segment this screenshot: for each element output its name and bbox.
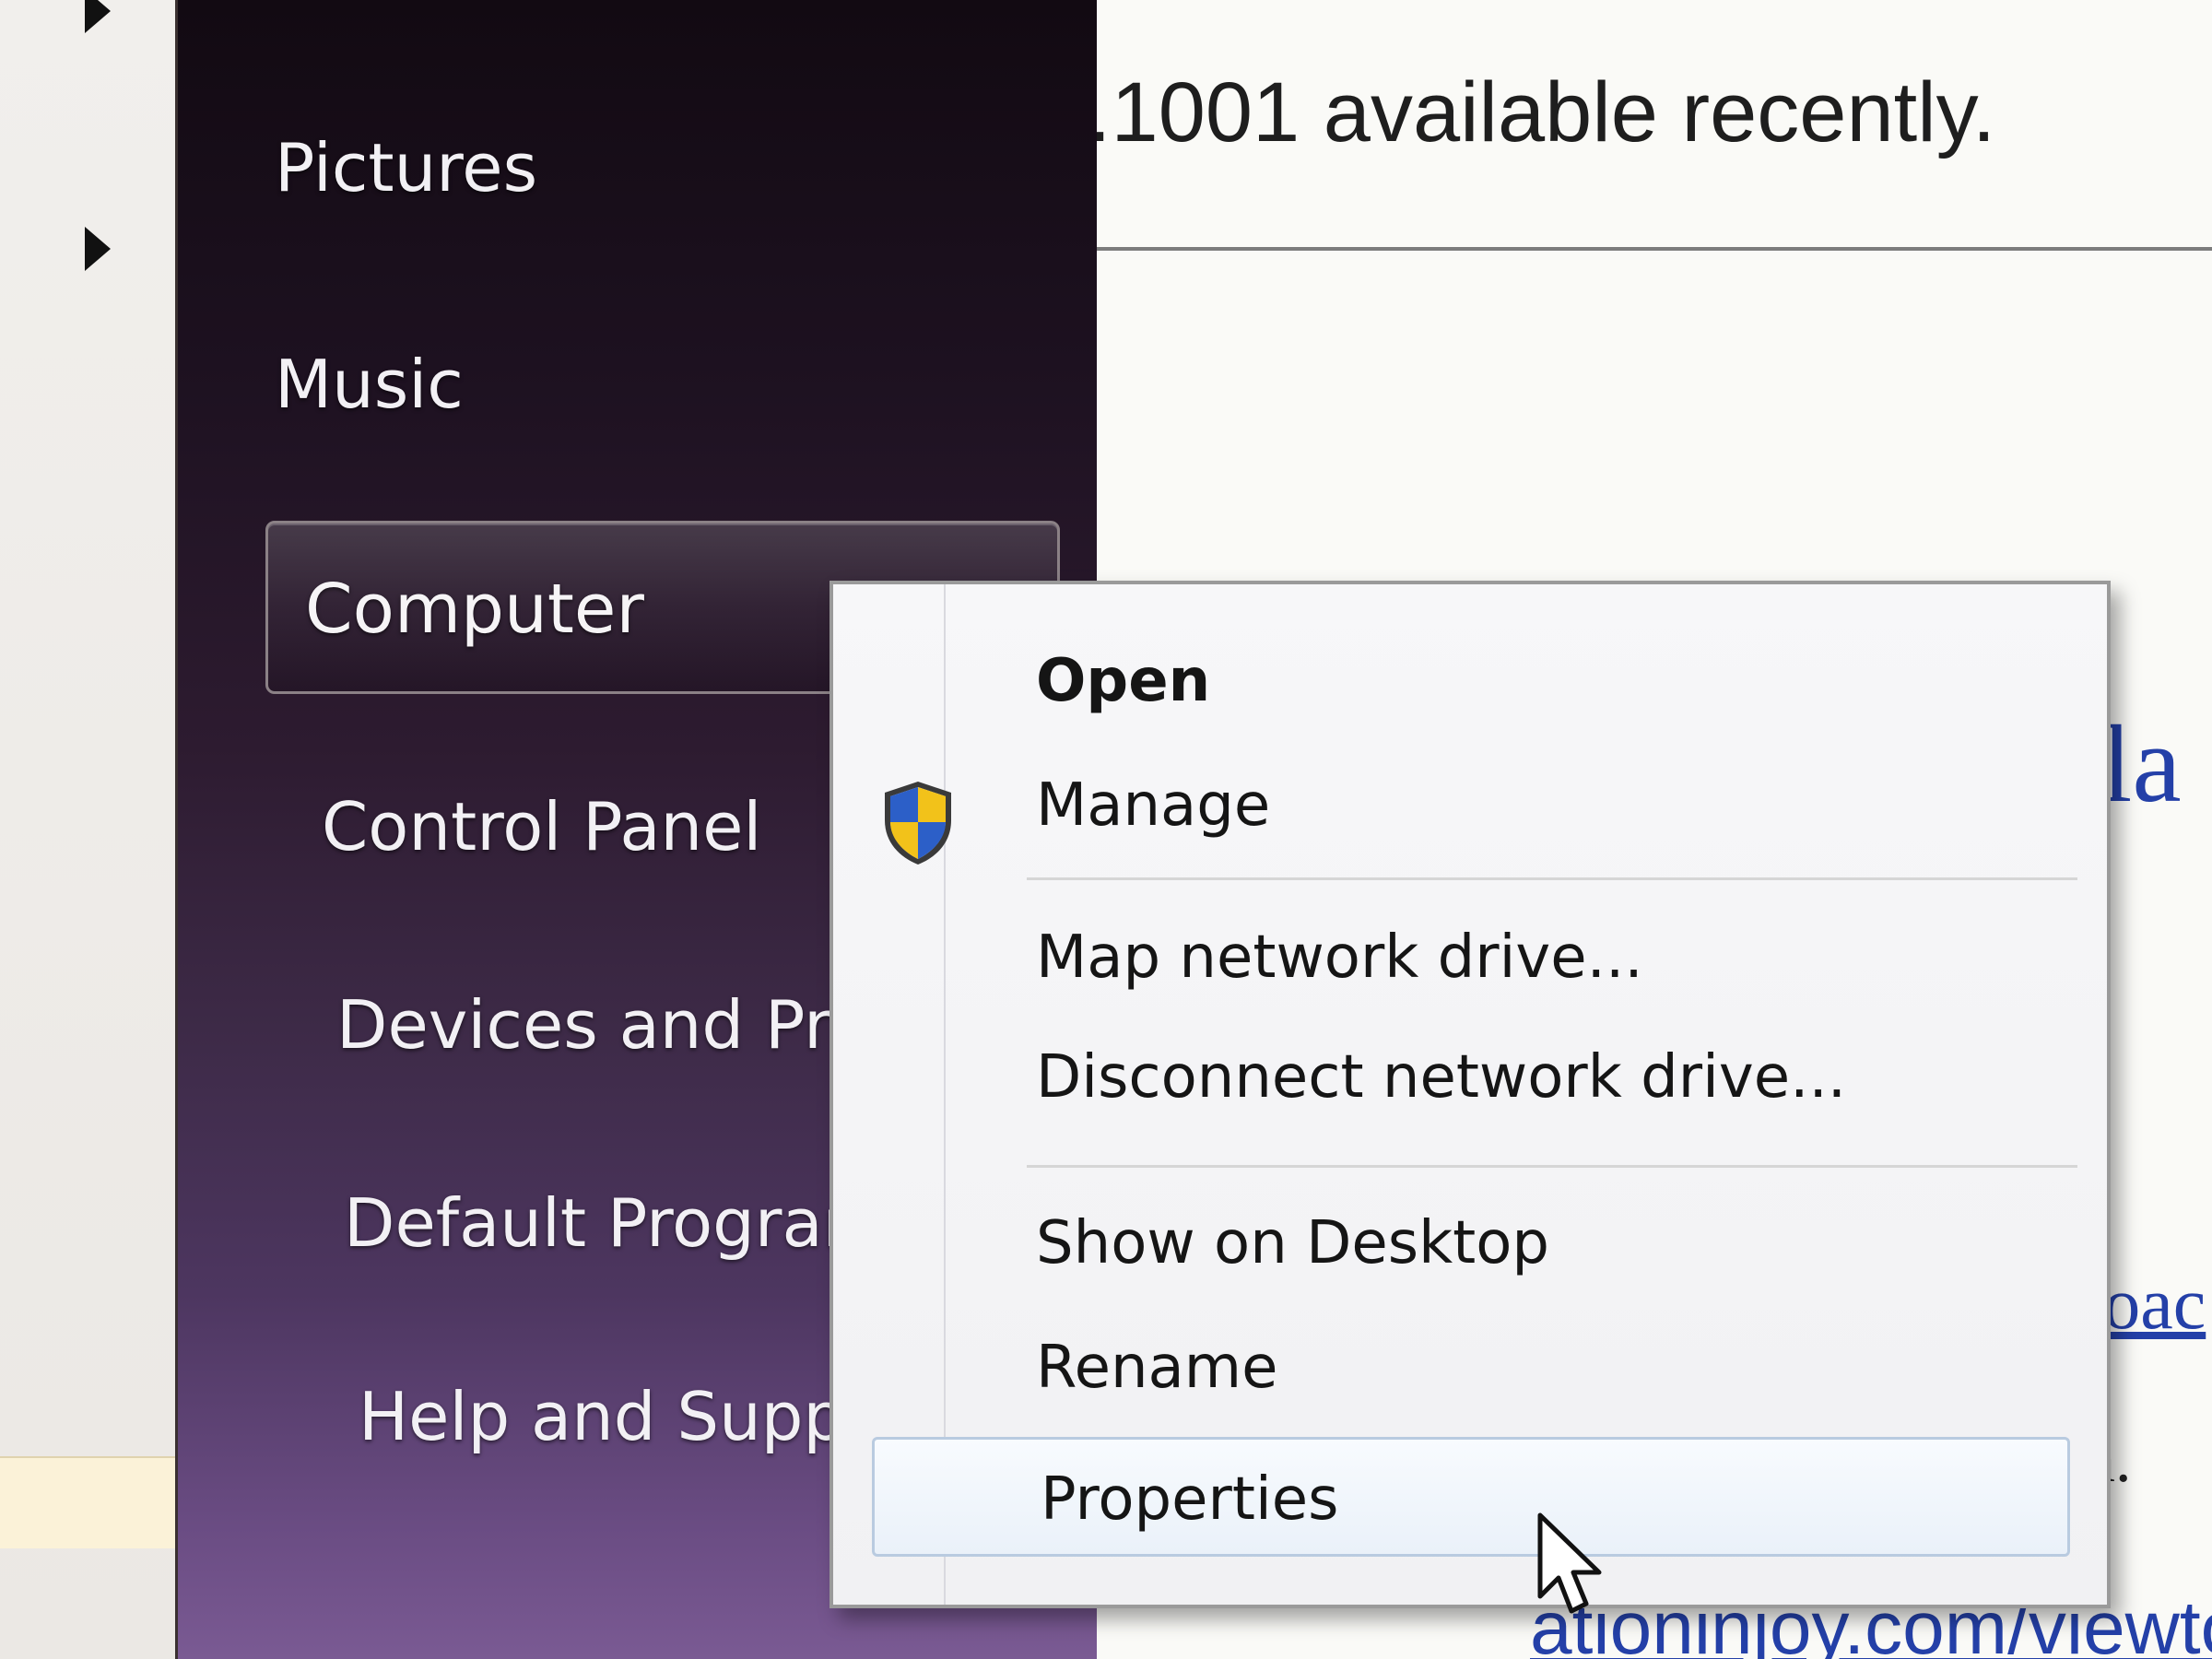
menu-separator <box>1027 877 2077 880</box>
start-item-default-programs[interactable]: Default Program <box>344 1184 888 1262</box>
submenu-arrow-icon[interactable] <box>85 0 111 33</box>
menu-item-manage[interactable]: Manage <box>1036 759 1270 852</box>
start-item-devices-and-printers[interactable]: Devices and Prin <box>336 986 891 1064</box>
menu-item-properties[interactable]: Properties <box>872 1437 2070 1557</box>
start-menu-programs-list <box>0 0 175 1659</box>
mouse-cursor-icon <box>1537 1512 1602 1614</box>
start-item-music[interactable]: Music <box>275 346 464 423</box>
start-item-pictures[interactable]: Pictures <box>275 129 537 206</box>
menu-item-show-on-desktop[interactable]: Show on Desktop <box>1036 1197 1549 1289</box>
uac-shield-icon <box>885 782 951 865</box>
computer-context-menu: Open Manage Map network drive... Disconn… <box>830 581 2111 1608</box>
page-divider <box>1088 247 2212 251</box>
start-item-computer-label: Computer <box>305 570 644 649</box>
menu-item-open[interactable]: Open <box>1036 635 1210 727</box>
start-item-control-panel[interactable]: Control Panel <box>322 788 761 865</box>
submenu-arrow-icon[interactable] <box>85 227 111 271</box>
page-top-text: .1001 available recently. <box>1088 65 1996 159</box>
menu-item-rename[interactable]: Rename <box>1036 1322 1277 1414</box>
page-heading-fragment: la <box>2101 702 2182 825</box>
menu-item-disconnect-network-drive[interactable]: Disconnect network drive... <box>1036 1031 1846 1124</box>
menu-separator <box>1027 1165 2077 1168</box>
menu-item-map-network-drive[interactable]: Map network drive... <box>1036 912 1643 1004</box>
